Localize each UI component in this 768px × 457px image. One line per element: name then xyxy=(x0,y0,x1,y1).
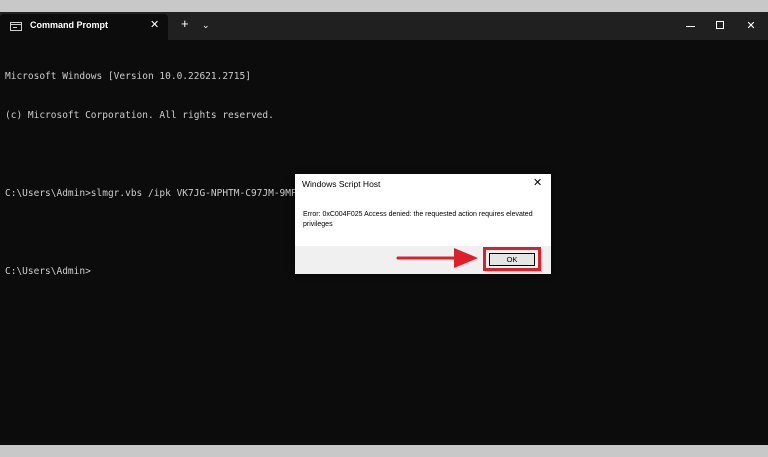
dialog-message: Error: 0xC004F025 Access denied: the req… xyxy=(303,211,533,228)
console-line: Microsoft Windows [Version 10.0.22621.27… xyxy=(5,71,251,82)
title-bar: Command Prompt ✕ + ⌄ ✕ xyxy=(0,12,768,40)
console-line: (c) Microsoft Corporation. All rights re… xyxy=(5,110,274,121)
console-app-icon xyxy=(10,22,22,31)
dialog-title: Windows Script Host xyxy=(302,179,381,189)
tab-dropdown-chevron-down-icon[interactable]: ⌄ xyxy=(202,18,210,32)
minimize-button[interactable] xyxy=(676,14,706,38)
maximize-button[interactable] xyxy=(706,14,736,38)
window-close-button[interactable]: ✕ xyxy=(736,14,766,38)
arrow-right-icon xyxy=(396,248,478,268)
tab-command-prompt[interactable]: Command Prompt ✕ xyxy=(0,14,168,40)
window-close-icon: ✕ xyxy=(746,20,756,32)
maximize-icon xyxy=(716,21,724,29)
ok-button[interactable]: OK xyxy=(489,253,535,266)
minimize-icon xyxy=(686,26,695,27)
new-tab-button[interactable]: + xyxy=(181,17,189,31)
tab-close-icon[interactable]: ✕ xyxy=(150,18,159,32)
dialog-close-icon[interactable]: ✕ xyxy=(533,176,542,190)
tab-title: Command Prompt xyxy=(30,20,109,30)
